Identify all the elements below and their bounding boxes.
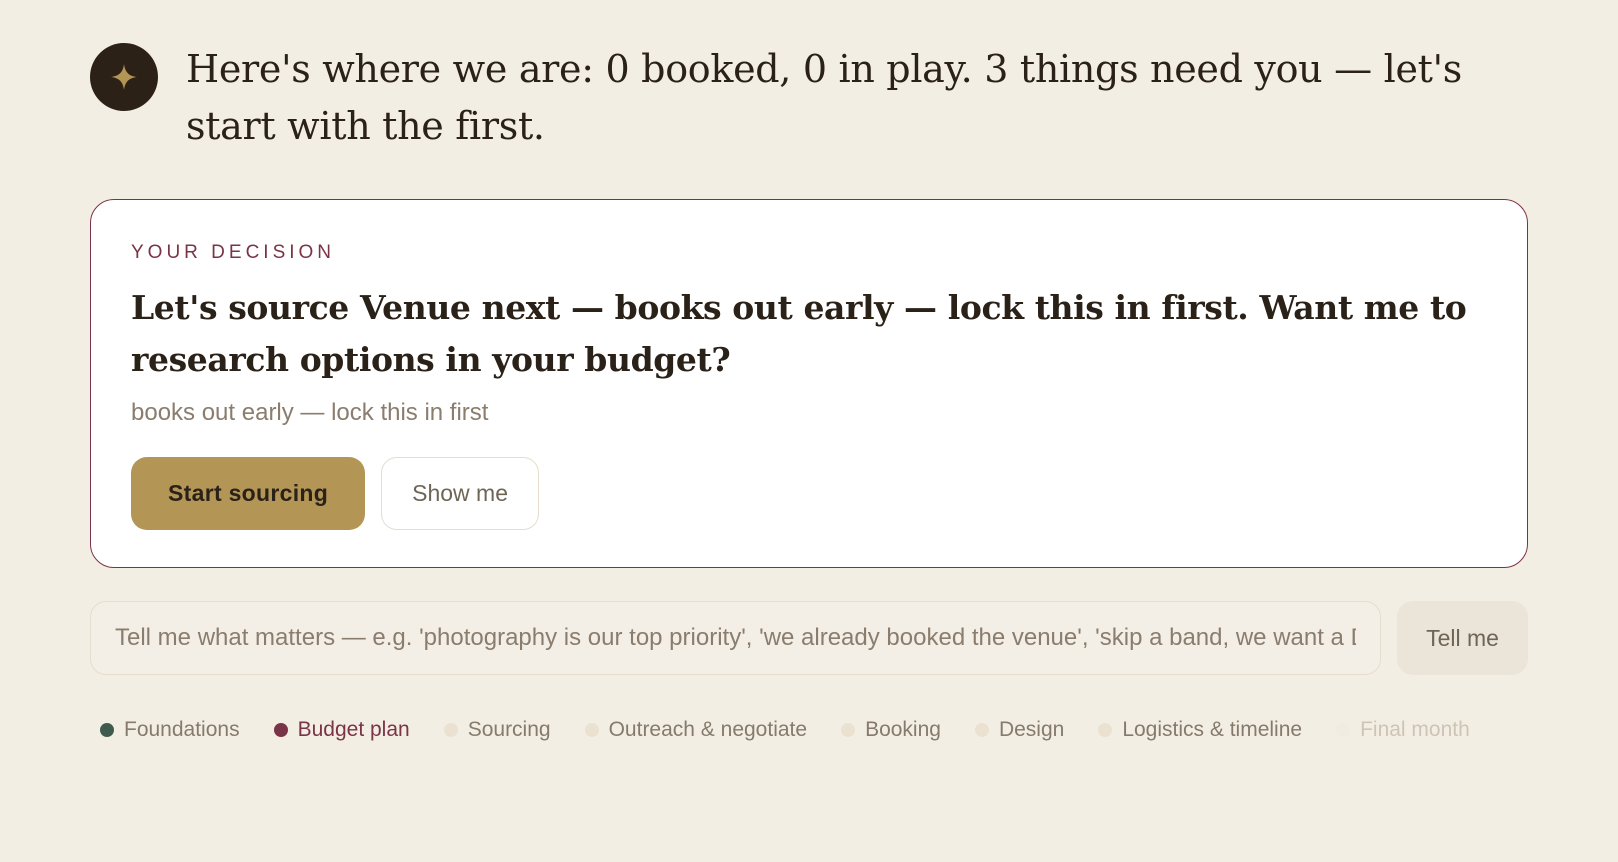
stage-status-dot xyxy=(974,723,989,737)
priority-input-row: Tell me xyxy=(90,601,1528,675)
priority-input-wrapper xyxy=(90,601,1381,675)
stage-status-dot xyxy=(841,723,856,737)
decision-question: Let's source Venue next — books out earl… xyxy=(131,288,1467,379)
stage-status-dot xyxy=(1098,723,1113,737)
stage-status-dot xyxy=(100,723,114,737)
show-me-button[interactable]: Show me xyxy=(381,457,539,530)
stage-booking[interactable]: Booking xyxy=(841,718,941,742)
assistant-avatar xyxy=(90,43,158,111)
decision-card: YOUR DECISION Let's source Venue next — … xyxy=(90,199,1528,568)
stage-design[interactable]: Design xyxy=(974,718,1065,742)
stage-status-dot xyxy=(273,723,288,737)
tell-me-button[interactable]: Tell me xyxy=(1397,601,1528,675)
stage-progress: Foundations Budget plan Sourcing Outreach &… xyxy=(100,718,1470,742)
stage-label: Design xyxy=(998,718,1065,741)
stage-budget-plan[interactable]: Budget plan xyxy=(273,718,410,742)
stage-status-dot xyxy=(1336,723,1351,737)
decision-actions: Start sourcing Show me xyxy=(131,457,1487,530)
stage-final-month[interactable]: Final month xyxy=(1336,718,1470,742)
stage-label: Final month xyxy=(1360,718,1470,741)
start-sourcing-button[interactable]: Start sourcing xyxy=(131,457,366,530)
stage-sourcing[interactable]: Sourcing xyxy=(443,718,551,742)
stage-outreach-negotiate[interactable]: Outreach & negotiate xyxy=(584,718,808,742)
decision-subnote: books out early — lock this in first xyxy=(131,399,489,426)
stage-label: Sourcing xyxy=(467,718,551,741)
priority-input[interactable] xyxy=(113,623,1358,653)
stage-status-dot xyxy=(443,723,458,737)
assistant-header: Here's where we are: 0 booked, 0 in play… xyxy=(90,43,1530,155)
sparkle-icon xyxy=(111,64,137,90)
status-headline: Here's where we are: 0 booked, 0 in play… xyxy=(186,47,1462,148)
stage-label: Logistics & timeline xyxy=(1122,718,1303,741)
decision-eyebrow: YOUR DECISION xyxy=(131,242,336,263)
stage-status-dot xyxy=(584,723,599,737)
stage-label: Foundations xyxy=(124,718,240,741)
stage-label: Booking xyxy=(865,718,941,741)
stage-logistics-timeline[interactable]: Logistics & timeline xyxy=(1098,718,1302,742)
stage-label: Outreach & negotiate xyxy=(608,718,808,741)
stage-foundations[interactable]: Foundations xyxy=(100,718,240,742)
stage-label: Budget plan xyxy=(297,718,410,741)
